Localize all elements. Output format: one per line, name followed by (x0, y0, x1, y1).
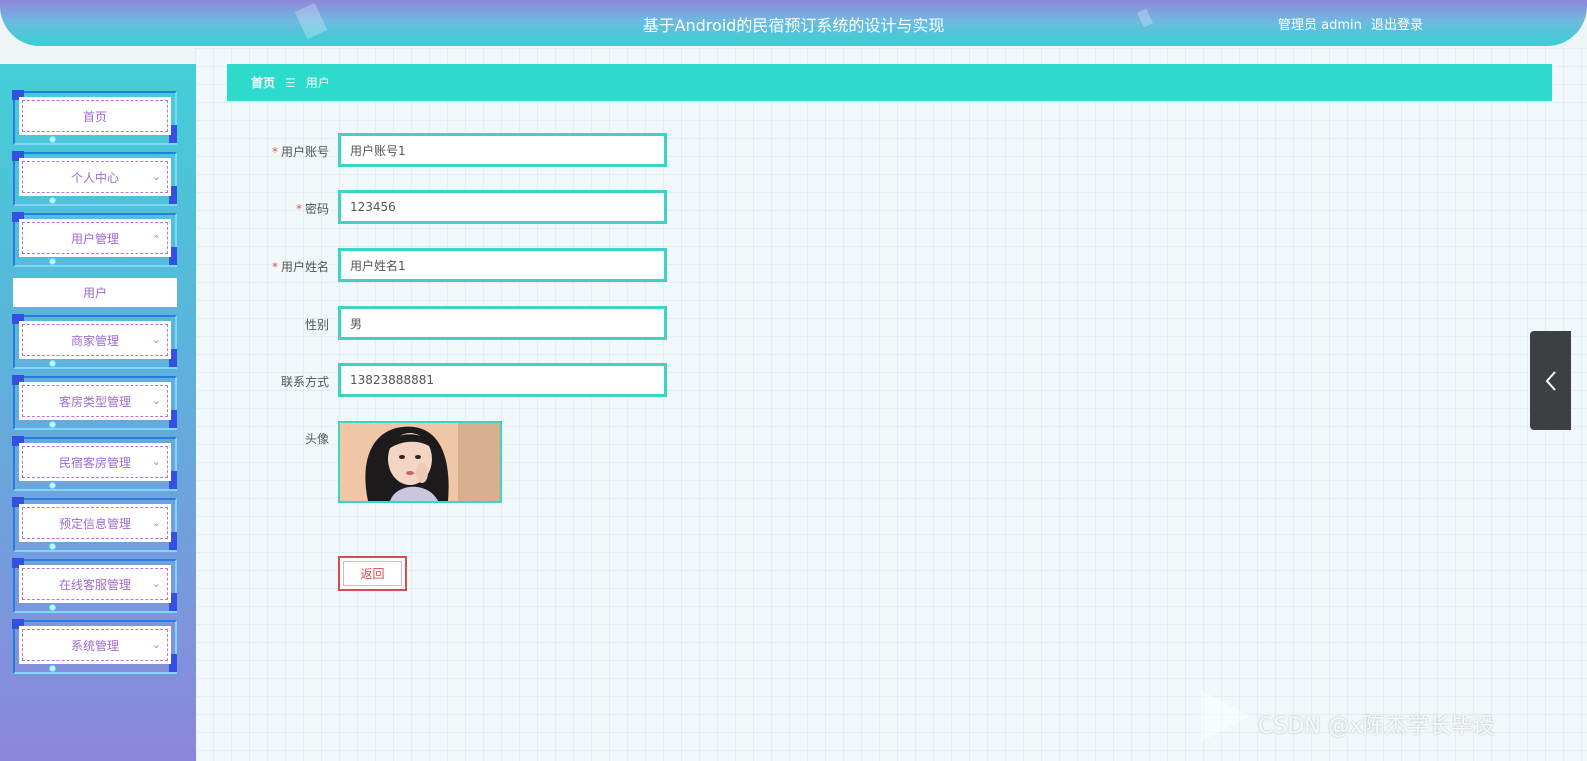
field-label: 头像 (304, 432, 329, 446)
sidebar-item-label: 民宿客房管理 (58, 455, 131, 470)
sidebar-item-label: 首页 (82, 109, 107, 124)
sidebar-subitem-user[interactable]: 用户 (13, 278, 177, 307)
breadcrumb-current: 用户 (305, 76, 330, 90)
sidebar-item-homestay-room-management[interactable]: 民宿客房管理 ⌄ (12, 436, 177, 493)
breadcrumb: 首页 ☰ 用户 (227, 64, 1552, 101)
breadcrumb-separator-icon: ☰ (285, 75, 296, 90)
chevron-down-icon: ⌄ (151, 455, 161, 468)
chevron-up-icon: ⌃ (151, 233, 161, 246)
chevron-left-icon (1545, 370, 1556, 391)
field-label: 联系方式 (280, 375, 329, 389)
sidebar-item-system-management[interactable]: 系统管理 ⌄ (12, 619, 177, 676)
sidebar-item-home[interactable]: 首页 (12, 90, 177, 147)
logout-link[interactable]: 退出登录 (1371, 14, 1423, 33)
top-header: 基于Android的民宿预订系统的设计与实现 管理员 admin 退出登录 (0, 0, 1587, 46)
contact-field[interactable] (338, 363, 667, 397)
video-play-icon (1201, 690, 1249, 742)
field-label: 性别 (304, 318, 329, 332)
sidebar-item-label: 系统管理 (70, 638, 119, 653)
field-label: 用户姓名 (280, 260, 329, 274)
required-mark: * (271, 260, 278, 274)
sidebar-item-label: 在线客服管理 (58, 577, 131, 592)
sidebar-item-label: 商家管理 (70, 333, 119, 348)
avatar-image (340, 423, 500, 501)
chevron-down-icon: ⌄ (151, 333, 161, 346)
chevron-down-icon: ⌄ (151, 638, 161, 651)
admin-label: 管理员 admin (1278, 18, 1362, 33)
chevron-down-icon: ⌄ (151, 394, 161, 407)
password-field[interactable] (338, 190, 667, 224)
sidebar-item-label: 预定信息管理 (58, 516, 131, 531)
sidebar-item-online-service-management[interactable]: 在线客服管理 ⌄ (12, 558, 177, 615)
back-button[interactable]: 返回 (338, 556, 407, 591)
chevron-down-icon: ⌄ (151, 577, 161, 590)
sidebar-item-label: 用户管理 (70, 231, 119, 246)
field-label: 用户账号 (280, 145, 329, 159)
sidebar-item-merchant-management[interactable]: 商家管理 ⌄ (12, 314, 177, 371)
account-field[interactable] (338, 133, 667, 167)
gender-field[interactable] (338, 306, 667, 340)
required-mark: * (271, 145, 278, 159)
sidebar-item-user-management[interactable]: 用户管理 ⌃ (12, 212, 177, 269)
chevron-down-icon: ⌄ (151, 516, 161, 529)
watermark-text: CSDN @x陈杰学长毕设 (1258, 714, 1495, 739)
chevron-down-icon: ⌄ (151, 170, 161, 183)
breadcrumb-home[interactable]: 首页 (251, 74, 275, 91)
avatar[interactable] (338, 421, 502, 503)
field-label: 密码 (304, 202, 329, 216)
name-field[interactable] (338, 248, 667, 282)
sidebar-item-personal-center[interactable]: 个人中心 ⌄ (12, 151, 177, 208)
sidebar-item-room-type-management[interactable]: 客房类型管理 ⌄ (12, 375, 177, 432)
required-mark: * (295, 202, 302, 216)
sidebar-item-label: 客房类型管理 (58, 394, 131, 409)
sidebar-item-label: 个人中心 (70, 170, 119, 185)
sidebar-item-booking-management[interactable]: 预定信息管理 ⌄ (12, 497, 177, 554)
panel-toggle-button[interactable] (1530, 331, 1571, 430)
back-button-label: 返回 (360, 567, 385, 581)
